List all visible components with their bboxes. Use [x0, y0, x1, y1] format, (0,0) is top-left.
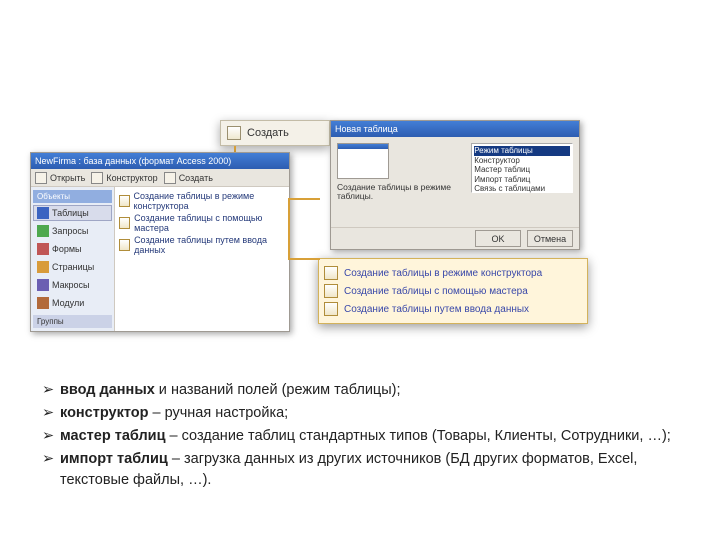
pages-icon — [37, 261, 49, 273]
wizard-icon — [324, 266, 338, 280]
create-icon — [164, 172, 176, 184]
list-item[interactable]: Импорт таблиц — [474, 175, 570, 185]
open-icon — [35, 172, 47, 184]
option-wizard[interactable]: Создание таблицы с помощью мастера — [119, 213, 285, 233]
forms-icon — [37, 243, 49, 255]
database-window: NewFirma : база данных (формат Access 20… — [30, 152, 290, 332]
option-entry[interactable]: Создание таблицы путем ввода данных — [119, 235, 285, 255]
macros-icon — [37, 279, 49, 291]
sidebar-item-tables[interactable]: Таблицы — [33, 205, 112, 221]
list-item[interactable]: Конструктор — [474, 156, 570, 166]
wizard-icon — [119, 195, 130, 207]
queries-icon — [37, 225, 49, 237]
bullet-item: ввод данных и названий полей (режим табл… — [42, 380, 692, 401]
modules-icon — [37, 297, 49, 309]
design-button[interactable]: Конструктор — [91, 172, 157, 184]
sidebar-item-macros[interactable]: Макросы — [33, 277, 112, 293]
design-icon — [91, 172, 103, 184]
window-titlebar: NewFirma : база данных (формат Access 20… — [31, 153, 289, 169]
list-item[interactable]: Режим таблицы — [474, 146, 570, 156]
create-button[interactable]: Создать — [164, 172, 213, 184]
wizard-icon — [324, 284, 338, 298]
main-panel: Создание таблицы в режиме конструктора С… — [115, 187, 289, 331]
bullet-item: конструктор – ручная настройка; — [42, 403, 692, 424]
callout-row: Создание таблицы путем ввода данных — [324, 300, 582, 318]
tables-icon — [37, 207, 49, 219]
bullet-item: мастер таблиц – создание таблиц стандарт… — [42, 426, 692, 447]
window-title: NewFirma : база данных (формат Access 20… — [35, 156, 231, 166]
option-constructor[interactable]: Создание таблицы в режиме конструктора — [119, 191, 285, 211]
toolbar: Открыть Конструктор Создать — [31, 169, 289, 187]
wizard-icon — [119, 239, 130, 251]
list-item[interactable]: Связь с таблицами — [474, 184, 570, 194]
create-label: Создать — [247, 127, 289, 139]
bullet-item: импорт таблиц – загрузка данных из други… — [42, 449, 692, 491]
create-icon — [227, 126, 241, 140]
sidebar-item-queries[interactable]: Запросы — [33, 223, 112, 239]
list-item[interactable]: Мастер таблиц — [474, 165, 570, 175]
ok-button[interactable]: OK — [475, 230, 521, 247]
options-callout: Создание таблицы в режиме конструктора С… — [318, 258, 588, 324]
sidebar-item-pages[interactable]: Страницы — [33, 259, 112, 275]
bullet-list: ввод данных и названий полей (режим табл… — [42, 378, 692, 493]
sidebar-item-modules[interactable]: Модули — [33, 295, 112, 311]
dialog-title: Новая таблица — [335, 124, 398, 134]
slide-title: Создание таблиц — [0, 32, 720, 74]
screenshot-area: Создать NewFirma : база данных (формат A… — [30, 120, 590, 360]
dialog-desc: Создание таблицы в режиме таблицы. — [337, 183, 459, 202]
object-sidebar: Объекты Таблицы Запросы Формы Страницы М… — [31, 187, 115, 331]
dialog-titlebar: Новая таблица — [331, 121, 579, 137]
create-button-callout: Создать — [220, 120, 330, 146]
sidebar-header: Объекты — [33, 190, 112, 203]
wizard-icon — [324, 302, 338, 316]
mode-list[interactable]: Режим таблицы Конструктор Мастер таблиц … — [471, 143, 573, 193]
sidebar-item-forms[interactable]: Формы — [33, 241, 112, 257]
table-preview-icon — [337, 143, 389, 179]
sidebar-groups: Группы — [33, 315, 112, 328]
open-button[interactable]: Открыть — [35, 172, 85, 184]
wizard-icon — [119, 217, 130, 229]
new-table-dialog: Новая таблица Создание таблицы в режиме … — [330, 120, 580, 250]
cancel-button[interactable]: Отмена — [527, 230, 573, 247]
callout-row: Создание таблицы в режиме конструктора — [324, 264, 582, 282]
callout-row: Создание таблицы с помощью мастера — [324, 282, 582, 300]
